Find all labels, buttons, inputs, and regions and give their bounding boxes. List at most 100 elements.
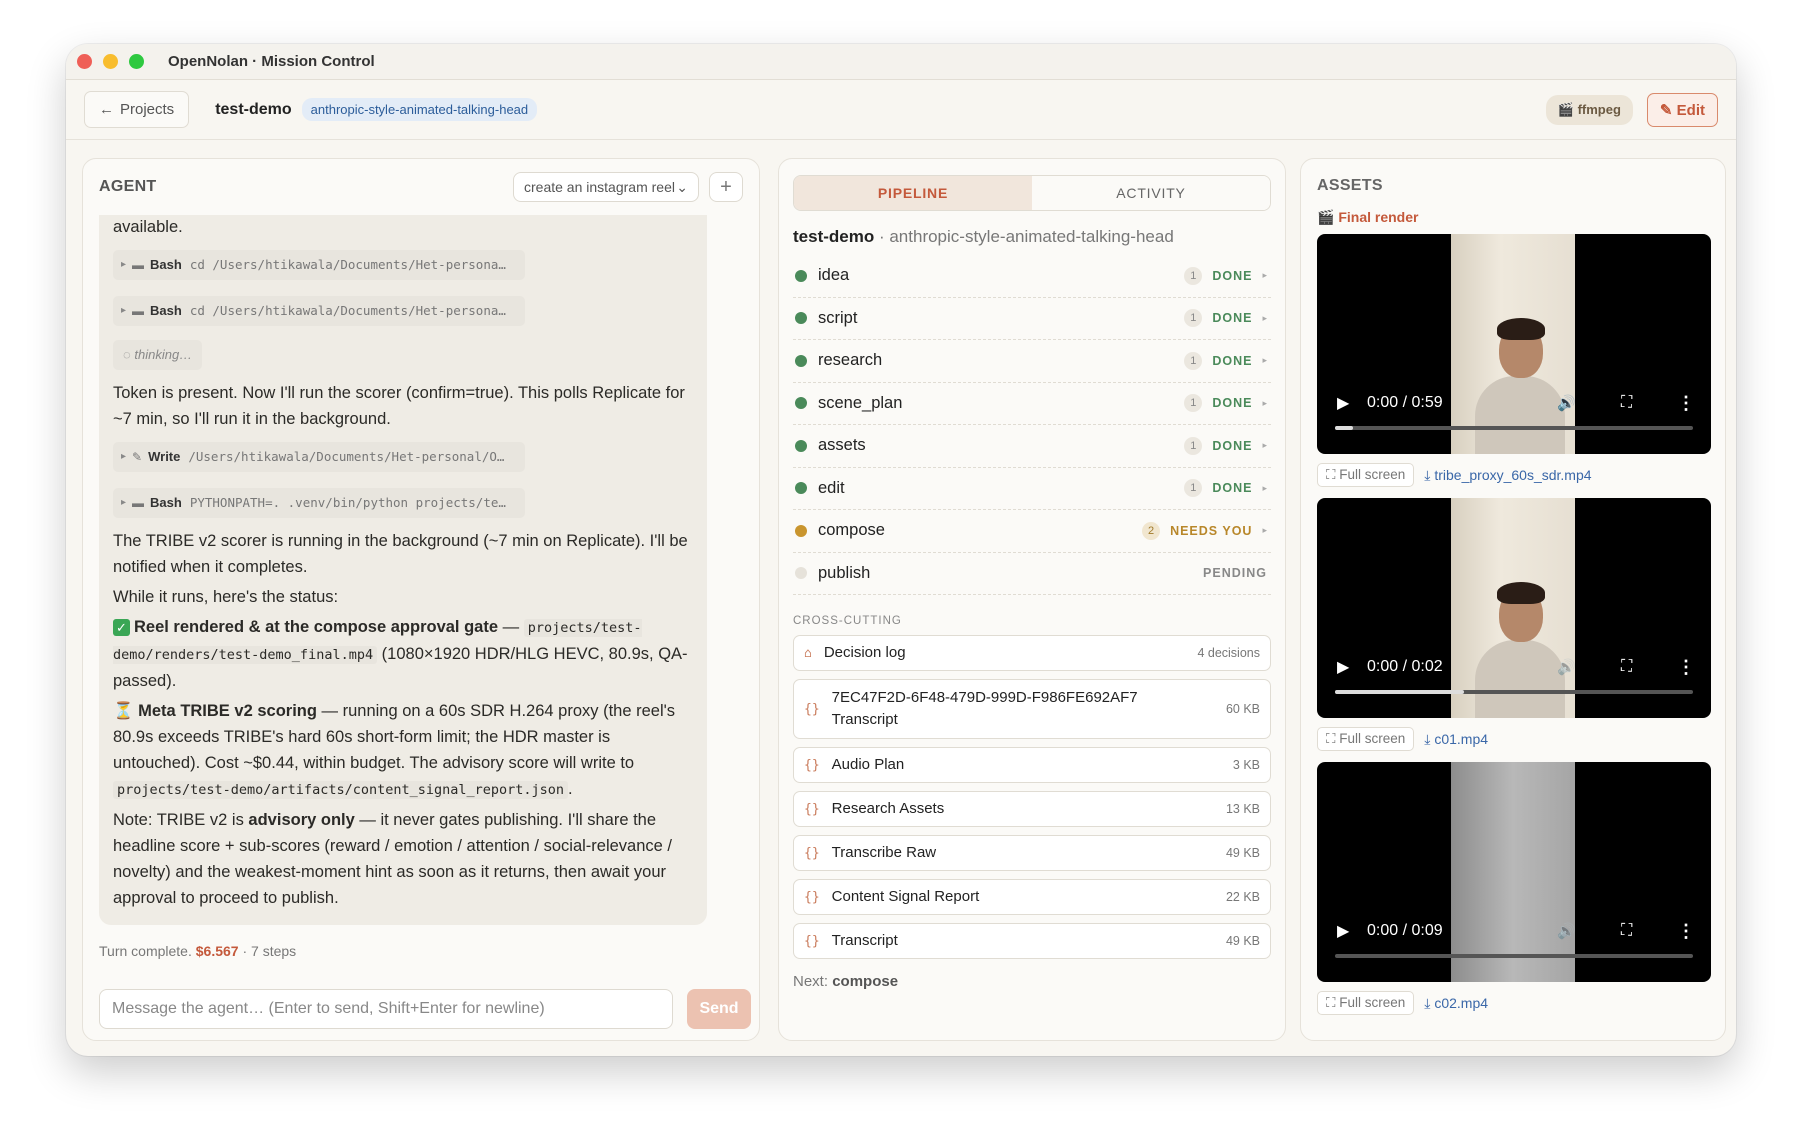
stage-row[interactable]: assets 1 DONE ▸	[793, 425, 1271, 468]
check-icon: ✓	[113, 619, 130, 636]
stage-status-dot	[795, 567, 807, 580]
download-link[interactable]: ⤓ tribe_proxy_60s_sdr.mp4	[1424, 467, 1591, 484]
download-icon: ⤓	[1424, 466, 1431, 483]
final-render-label: 🎬 Final render	[1317, 209, 1709, 226]
tool-command: /Users/htikawala/Documents/Het-personal/…	[188, 449, 505, 464]
caret-right-icon: ▸	[1262, 355, 1267, 366]
artifact-row[interactable]: {} 7EC47F2D-6F48-479D-999D-F986FE692AF7 T…	[793, 679, 1271, 739]
tool-call[interactable]: ▸ ▬ Bash cd /Users/htikawala/Documents/Het-…	[113, 250, 525, 280]
artifact-row[interactable]: {} Audio Plan 3 KB	[793, 747, 1271, 783]
video-controls: ▶ 0:00 / 0:59 🔊 ⛶ ⋮	[1317, 390, 1711, 416]
clapper-icon: 🎬	[1557, 101, 1574, 117]
edit-button[interactable]: ✎ Edit	[1646, 92, 1718, 127]
artifact-row[interactable]: {} Transcribe Raw 49 KB	[793, 835, 1271, 871]
app-window: OpenNolan · Mission Control ← Projects t…	[66, 44, 1736, 1056]
video-progress-bar[interactable]	[1335, 690, 1693, 694]
pipeline-tabs: PIPELINE ACTIVITY	[793, 175, 1271, 211]
download-link[interactable]: ⤓ c02.mp4	[1424, 995, 1488, 1012]
terminal-icon: ▬	[132, 496, 145, 510]
tool-call[interactable]: ▸ ✎ Write/Users/htikawala/Documents/Het-pe…	[113, 442, 525, 472]
assets-panel: ASSETS 🎬 Final render ▶ 0:00 / 0:59 🔊 ⛶ …	[1300, 158, 1726, 1041]
stage-status: DONE	[1212, 268, 1253, 283]
download-link[interactable]: ⤓ c01.mp4	[1424, 731, 1488, 748]
volume-icon[interactable]: 🔊	[1557, 658, 1576, 676]
send-button[interactable]: Send	[687, 989, 751, 1029]
status-heading: Reel rendered & at the compose approval …	[134, 618, 499, 636]
chat-transcript[interactable]: Signal tool. Let me check the invocation…	[99, 215, 707, 925]
fullscreen-button[interactable]: ⛶ Full screen	[1317, 463, 1415, 487]
artifact-row[interactable]: {} Research Assets 13 KB	[793, 791, 1271, 827]
back-to-projects-button[interactable]: ← Projects	[84, 91, 190, 128]
stage-row[interactable]: scene_plan 1 DONE ▸	[793, 383, 1271, 425]
video-progress-bar[interactable]	[1335, 954, 1693, 958]
message-placeholder: Message the agent… (Enter to send, Shift…	[112, 1000, 545, 1017]
stage-name: edit	[818, 478, 845, 497]
thinking-indicator: ◌ thinking…	[113, 340, 203, 370]
tool-name: Bash	[150, 257, 182, 272]
video-progress-bar[interactable]	[1335, 426, 1693, 430]
chat-message: While it runs, here's the status:	[113, 588, 339, 606]
tab-pipeline[interactable]: PIPELINE	[794, 176, 1032, 210]
video-player[interactable]: ▶ 0:00 / 0:09 🔊 ⛶ ⋮	[1317, 762, 1711, 982]
stage-name: research	[818, 351, 883, 370]
video-player[interactable]: ▶ 0:00 / 0:59 🔊 ⛶ ⋮	[1317, 234, 1711, 454]
stage-count: 1	[1184, 309, 1203, 328]
fullscreen-label: Full screen	[1339, 995, 1406, 1010]
fullscreen-button[interactable]: ⛶ Full screen	[1317, 991, 1415, 1015]
more-options-icon[interactable]: ⋮	[1677, 921, 1695, 942]
play-icon[interactable]: ▶	[1337, 921, 1359, 941]
tool-command: cd /Users/htikawala/Documents/Het-person…	[189, 257, 506, 272]
fullscreen-icon[interactable]: ⛶	[1621, 394, 1632, 412]
video-time: 0:00 / 0:09	[1367, 922, 1443, 939]
next-stage-name: compose	[832, 973, 899, 990]
json-icon: {}	[804, 933, 820, 949]
volume-icon[interactable]: 🔊	[1557, 394, 1576, 412]
more-options-icon[interactable]: ⋮	[1677, 393, 1695, 414]
ffmpeg-chip: 🎬 ffmpeg	[1545, 94, 1633, 125]
artifact-size: 60 KB	[1225, 702, 1260, 716]
stage-row[interactable]: publish PENDING	[793, 553, 1271, 595]
preset-select[interactable]: create an instagram reel ⌄	[513, 172, 699, 202]
tool-name: Write	[148, 449, 181, 464]
new-chat-button[interactable]: +	[709, 172, 743, 202]
final-render-text: Final render	[1338, 209, 1419, 225]
video-player[interactable]: ▶ 0:00 / 0:02 🔊 ⛶ ⋮	[1317, 498, 1711, 718]
stage-row[interactable]: script 1 DONE ▸	[793, 298, 1271, 340]
artifact-name: Transcript	[831, 932, 898, 949]
play-icon[interactable]: ▶	[1337, 393, 1359, 413]
artifact-row[interactable]: {} Content Signal Report 22 KB	[793, 879, 1271, 915]
stage-status-dot	[795, 269, 807, 282]
stage-row[interactable]: edit 1 DONE ▸	[793, 468, 1271, 510]
fullscreen-icon[interactable]: ⛶	[1621, 922, 1632, 940]
video-frame	[1451, 498, 1575, 718]
download-icon: ⤓	[1424, 730, 1431, 747]
pipeline-title: test-demo · anthropic-style-animated-tal…	[793, 227, 1271, 247]
stage-row[interactable]: compose 2 NEEDS YOU ▸	[793, 510, 1271, 553]
stage-status: DONE	[1212, 396, 1253, 411]
artifact-row[interactable]: {} Transcript 49 KB	[793, 923, 1271, 959]
assets-title: ASSETS	[1317, 177, 1383, 194]
volume-icon[interactable]: 🔊	[1557, 922, 1576, 940]
tool-call[interactable]: ▸ ▬ Bash cd /Users/htikawala/Documents/Het-…	[113, 296, 525, 326]
more-options-icon[interactable]: ⋮	[1677, 657, 1695, 678]
tab-activity[interactable]: ACTIVITY	[1032, 176, 1270, 210]
zoom-window-button[interactable]	[129, 54, 144, 69]
fullscreen-button[interactable]: ⛶ Full screen	[1317, 727, 1415, 751]
stage-row[interactable]: research 1 DONE ▸	[793, 340, 1271, 383]
caret-right-icon: ▸	[1262, 312, 1267, 323]
json-icon: {}	[804, 845, 820, 861]
stage-status: DONE	[1212, 438, 1253, 453]
expand-icon: ⛶	[1326, 467, 1336, 482]
video-actions: ⛶ Full screen ⤓ c02.mp4	[1317, 990, 1709, 1016]
close-window-button[interactable]	[77, 54, 92, 69]
file-name: tribe_proxy_60s_sdr.mp4	[1434, 466, 1592, 483]
minimize-window-button[interactable]	[103, 54, 118, 69]
artifact-size: 22 KB	[1225, 890, 1260, 904]
message-input[interactable]: Message the agent… (Enter to send, Shift…	[99, 989, 673, 1029]
artifact-row[interactable]: ⌂ Decision log 4 decisions	[793, 635, 1271, 671]
play-icon[interactable]: ▶	[1337, 657, 1359, 677]
stage-row[interactable]: idea 1 DONE ▸	[793, 255, 1271, 298]
fullscreen-icon[interactable]: ⛶	[1621, 658, 1632, 676]
tool-call[interactable]: ▸ ▬ Bash PYTHONPATH=. .venv/bin/python proj…	[113, 488, 525, 518]
stage-name: idea	[818, 266, 850, 285]
